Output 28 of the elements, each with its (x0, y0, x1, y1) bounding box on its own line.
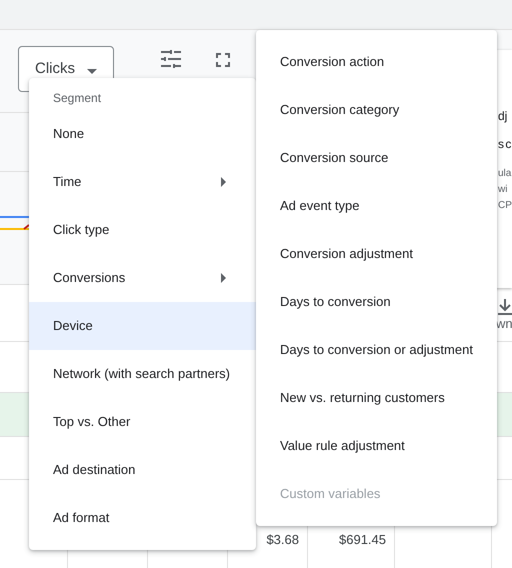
menu-item[interactable]: Days to conversion or adjustment (256, 326, 497, 374)
menu-item[interactable]: Top vs. Other (29, 398, 256, 446)
menu-item[interactable]: New vs. returning customers (256, 374, 497, 422)
card-text: s c (498, 136, 512, 153)
menu-item[interactable]: Conversion action (256, 38, 497, 86)
menu-item[interactable]: Click type (29, 206, 256, 254)
menu-item[interactable]: Ad event type (256, 182, 497, 230)
line-chart-drawing (0, 216, 29, 230)
fullscreen-icon[interactable] (216, 53, 230, 67)
tune-icon[interactable] (161, 50, 181, 68)
menu-item[interactable]: Conversion source (256, 134, 497, 182)
menu-item[interactable]: None (29, 110, 256, 158)
menu-item[interactable]: Days to conversion (256, 278, 497, 326)
card-text: dj (498, 108, 508, 125)
menu-item[interactable]: Conversions (29, 254, 256, 302)
menu-item[interactable]: Time (29, 158, 256, 206)
menu-item[interactable]: Device (29, 302, 256, 350)
menu-header: Segment (52, 90, 102, 107)
download-icon[interactable] (498, 298, 512, 315)
card-text: CP (498, 199, 512, 213)
download-label: wn (496, 316, 512, 332)
card-text: wi (498, 183, 508, 197)
menu-item[interactable]: Conversion category (256, 86, 497, 134)
menu-item[interactable]: Network (with search partners) (29, 350, 256, 398)
card-text: ula (498, 167, 512, 181)
menu-item[interactable]: Value rule adjustment (256, 422, 497, 470)
menu-item[interactable]: Conversion adjustment (256, 230, 497, 278)
caret-icon (87, 68, 97, 74)
